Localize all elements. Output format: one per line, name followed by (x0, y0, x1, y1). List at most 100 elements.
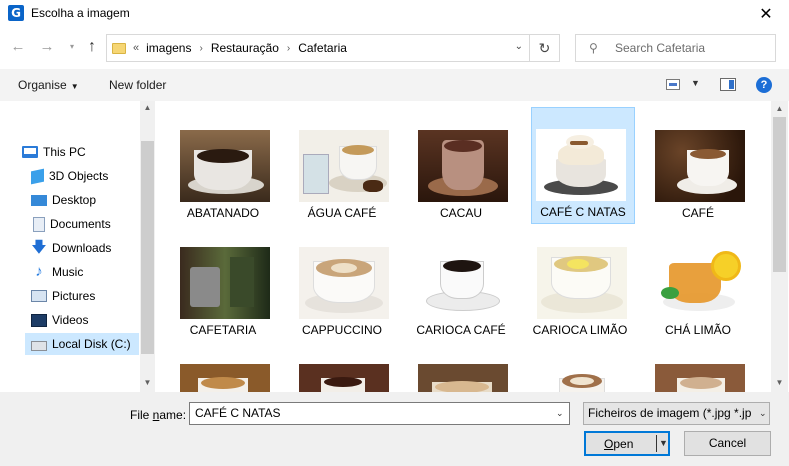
image-thumbnail (536, 129, 626, 201)
file-tile-abatanado[interactable]: ABATANADO (171, 108, 275, 225)
sidebar-item-music[interactable]: ♪ Music (31, 261, 139, 283)
image-thumbnail (655, 364, 745, 392)
music-icon: ♪ (35, 263, 43, 280)
file-name: CAFETARIA (189, 323, 257, 337)
image-thumbnail (299, 247, 389, 319)
sidebar-item-label: Desktop (52, 193, 97, 207)
sidebar-item-label: Downloads (52, 241, 112, 255)
view-options-chevron-icon[interactable]: ▼ (691, 78, 700, 88)
breadcrumb-separator[interactable]: › (287, 43, 290, 54)
breadcrumb-restauracao[interactable]: Restauração (211, 41, 279, 55)
up-arrow-icon[interactable]: ↑ (82, 37, 102, 57)
recent-locations-chevron-icon[interactable]: ▾ (62, 37, 82, 57)
image-thumbnail (180, 130, 270, 202)
filetype-select[interactable]: Ficheiros de imagem (*.jpg *.jp (583, 402, 770, 425)
breadcrumb-separator[interactable]: › (199, 43, 202, 54)
forward-arrow-icon[interactable]: → (37, 37, 57, 57)
file-tile-partial[interactable] (290, 342, 394, 392)
sidebar-item-desktop[interactable]: Desktop (31, 189, 139, 211)
filetype-chevron-down-icon[interactable]: ⌄ (759, 408, 767, 419)
file-name: CARIOCA LIMÃO (532, 323, 628, 337)
scroll-down-icon[interactable]: ▼ (771, 378, 788, 387)
chevron-down-icon: ▼ (70, 82, 79, 91)
sidebar-item-label: This PC (43, 145, 86, 159)
scroll-down-icon[interactable]: ▼ (140, 378, 155, 390)
breadcrumb-overflow[interactable]: « (133, 42, 139, 54)
change-view-icon[interactable] (666, 79, 680, 90)
organise-menu-button[interactable]: Organise ▼ (18, 78, 79, 92)
file-tile-cafe[interactable]: CAFÉ (646, 108, 750, 225)
sidebar-item-videos[interactable]: Videos (31, 309, 139, 331)
address-dropdown-chevron-icon[interactable]: ⌄ (515, 41, 523, 52)
sidebar-item-label: 3D Objects (49, 169, 109, 183)
scroll-up-icon[interactable]: ▲ (140, 103, 155, 115)
filename-dropdown-chevron-icon[interactable]: ⌄ (556, 408, 564, 419)
sidebar-item-downloads[interactable]: 🡇 Downloads (31, 237, 139, 259)
scroll-up-icon[interactable]: ▲ (771, 104, 788, 113)
download-icon: 🡇 (31, 239, 47, 256)
file-name: CHÁ LIMÃO (664, 323, 731, 337)
navigation-pane: This PC 3D Objects Desktop Documents 🡇 D… (0, 101, 156, 392)
breadcrumb-cafetaria[interactable]: Cafetaria (298, 41, 347, 55)
split-divider (656, 435, 657, 452)
file-tile-partial[interactable] (409, 342, 513, 392)
open-button-label: Open (604, 437, 634, 451)
pc-icon (22, 146, 38, 158)
file-name: CAFÉ C NATAS (540, 205, 626, 219)
image-thumbnail (418, 130, 508, 202)
sidebar-item-label: Videos (52, 313, 89, 327)
sidebar-item-pictures[interactable]: Pictures (31, 285, 139, 307)
filename-input[interactable]: CAFÉ C NATAS (189, 402, 570, 425)
help-icon[interactable]: ? (756, 77, 772, 93)
folder-icon (112, 42, 126, 54)
preview-pane-icon[interactable] (720, 78, 736, 91)
address-bar[interactable]: « imagens › Restauração › Cafetaria ⌄ (106, 34, 530, 62)
image-thumbnail (537, 247, 627, 319)
file-tile-cha-limao[interactable]: CHÁ LIMÃO (646, 225, 750, 342)
sidebar-scrollbar-thumb[interactable] (141, 141, 154, 354)
app-icon: G (8, 5, 24, 21)
file-tile-partial[interactable] (528, 342, 632, 392)
file-tile-carioca-limao[interactable]: CARIOCA LIMÃO (528, 225, 632, 342)
search-input[interactable] (615, 41, 775, 55)
window-title: Escolha a imagem (31, 6, 130, 20)
refresh-icon[interactable]: ↻ (530, 34, 560, 62)
file-tile-agua-cafe[interactable]: ÁGUA CAFÉ (290, 108, 394, 225)
file-tile-partial[interactable] (646, 342, 750, 392)
file-tile-cappuccino[interactable]: CAPPUCCINO (290, 225, 394, 342)
new-folder-button[interactable]: New folder (109, 78, 166, 92)
image-thumbnail (655, 130, 745, 202)
file-tile-cafe-c-natas[interactable]: CAFÉ C NATAS (531, 107, 635, 224)
breadcrumb-imagens[interactable]: imagens (146, 41, 191, 55)
file-tile-cacau[interactable]: CACAU (409, 108, 513, 225)
sidebar-item-this-pc[interactable]: This PC (22, 141, 139, 163)
navigation-bar: ← → ▾ ↑ « imagens › Restauração › Cafeta… (0, 27, 789, 67)
file-tile-carioca-cafe[interactable]: CARIOCA CAFÉ (409, 225, 513, 342)
pictures-icon (31, 290, 47, 302)
sidebar-item-local-disk[interactable]: Local Disk (C:) (25, 333, 139, 355)
search-box[interactable]: ⚲ (575, 34, 776, 62)
file-name: CAPPUCCINO (301, 323, 382, 337)
file-list-scrollbar-thumb[interactable] (773, 117, 786, 272)
disk-icon (31, 340, 47, 351)
image-thumbnail (180, 247, 270, 319)
sidebar-item-label: Pictures (52, 289, 96, 303)
file-tile-cafetaria[interactable]: CAFETARIA (171, 225, 275, 342)
image-thumbnail (655, 247, 745, 319)
chevron-down-icon[interactable]: ▼ (659, 438, 668, 448)
sidebar-item-3d-objects[interactable]: 3D Objects (31, 165, 139, 187)
sidebar-item-documents[interactable]: Documents (33, 213, 139, 235)
file-name: ÁGUA CAFÉ (307, 206, 377, 220)
file-tile-partial[interactable] (171, 342, 275, 392)
file-name: CACAU (439, 206, 482, 220)
organise-label: Organise (18, 78, 67, 92)
cancel-button[interactable]: Cancel (684, 431, 771, 456)
desktop-icon (31, 194, 47, 206)
open-button[interactable]: Open ▼ (584, 431, 670, 456)
cube-icon (31, 168, 44, 184)
close-button[interactable]: ✕ (743, 0, 789, 27)
sidebar-item-label: Music (52, 265, 84, 279)
close-icon: ✕ (759, 5, 773, 23)
back-arrow-icon[interactable]: ← (8, 37, 28, 57)
sidebar-item-label: Documents (50, 217, 111, 231)
